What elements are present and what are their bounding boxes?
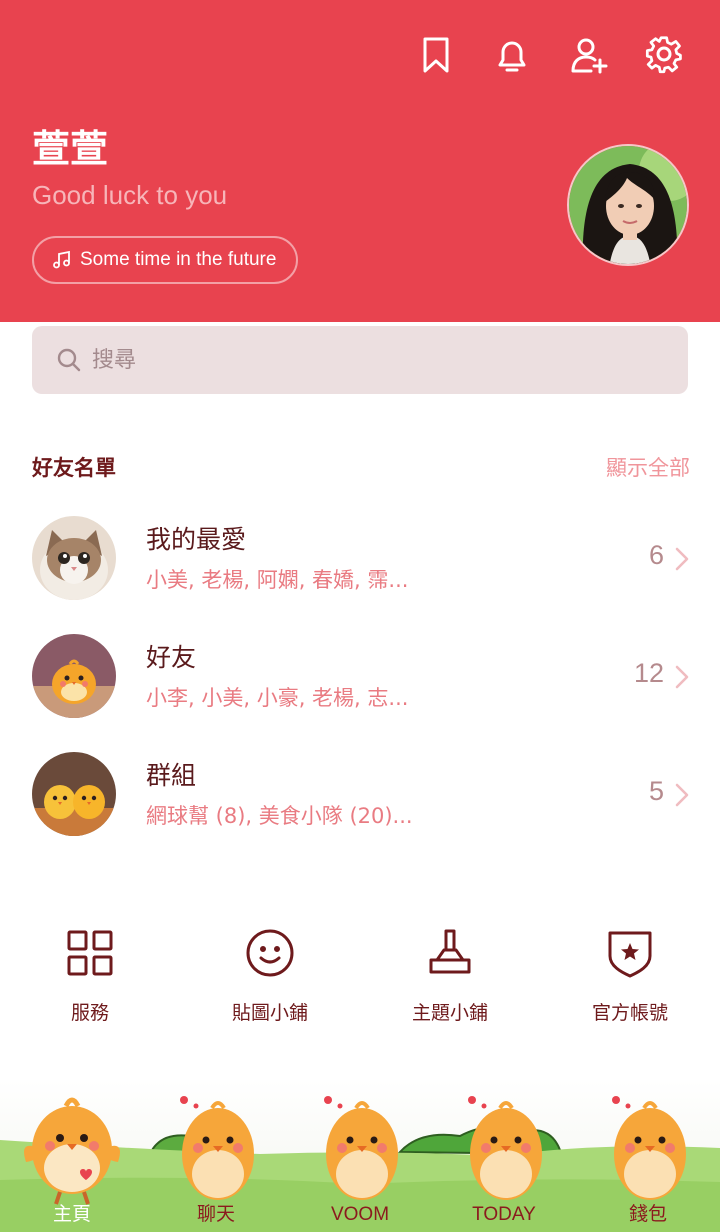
group-members: 小美, 老楊, 阿嫻, 春嬌, 霈... bbox=[146, 568, 409, 592]
group-name: 我的最愛 bbox=[146, 525, 247, 554]
group-name: 群組 bbox=[146, 761, 197, 790]
theme-shop-button[interactable]: 主題小鋪 bbox=[360, 928, 540, 1025]
service-label: 官方帳號 bbox=[591, 1002, 668, 1024]
bell-icon[interactable] bbox=[489, 32, 535, 78]
bottom-tab-bar: 主頁 聊天 VOOM TODAY 錢包 bbox=[0, 1080, 720, 1232]
search-bar[interactable] bbox=[32, 326, 688, 394]
service-label: 貼圖小鋪 bbox=[231, 1002, 308, 1024]
friend-group-row[interactable]: 我的最愛 小美, 老楊, 阿嫻, 春嬌, 霈... 6 bbox=[0, 516, 720, 616]
service-label: 服務 bbox=[70, 1002, 109, 1024]
friend-group-row[interactable]: 好友 小李, 小美, 小豪, 老楊, 志... 12 bbox=[0, 634, 720, 734]
add-friend-icon[interactable] bbox=[566, 32, 612, 78]
group-name: 好友 bbox=[146, 643, 197, 672]
friends-section-title: 好友名單 bbox=[32, 456, 116, 480]
group-count: 12 bbox=[633, 658, 664, 688]
avatar[interactable] bbox=[567, 144, 689, 266]
group-members: 網球幫 (8), 美食小隊 (20)... bbox=[146, 804, 413, 828]
search-input[interactable] bbox=[92, 347, 652, 373]
profile-name[interactable]: 萱萱 bbox=[32, 118, 108, 173]
official-accounts-button[interactable]: 官方帳號 bbox=[540, 928, 720, 1025]
tab-voom[interactable]: VOOM bbox=[288, 1204, 432, 1226]
group-count: 5 bbox=[648, 776, 664, 806]
profile-music-button[interactable]: Some time in the future bbox=[32, 236, 299, 284]
music-label: Some time in the future bbox=[80, 249, 277, 270]
service-label: 主題小鋪 bbox=[411, 1002, 488, 1024]
sticker-shop-button[interactable]: 貼圖小鋪 bbox=[180, 928, 360, 1025]
chevron-right-icon bbox=[675, 783, 689, 807]
shield-star-icon bbox=[608, 931, 652, 978]
smiley-icon bbox=[246, 929, 294, 977]
tab-wallet[interactable]: 錢包 bbox=[576, 1199, 720, 1226]
grid-icon bbox=[67, 930, 113, 976]
favorites-thumbnail bbox=[32, 516, 116, 600]
tab-home[interactable]: 主頁 bbox=[0, 1199, 144, 1226]
profile-header: 萱萱 Good luck to you Some time in the fut… bbox=[0, 0, 720, 322]
chevron-right-icon bbox=[675, 547, 689, 571]
chevron-right-icon bbox=[675, 665, 689, 689]
friend-group-row[interactable]: 群組 網球幫 (8), 美食小隊 (20)... 5 bbox=[0, 752, 720, 852]
service-button[interactable]: 服務 bbox=[0, 928, 180, 1025]
group-count: 6 bbox=[648, 540, 664, 570]
show-all-link[interactable]: 顯示全部 bbox=[606, 452, 690, 482]
groups-thumbnail bbox=[32, 752, 116, 836]
search-icon bbox=[57, 348, 81, 372]
gear-icon[interactable] bbox=[641, 32, 687, 78]
friends-thumbnail bbox=[32, 634, 116, 718]
group-members: 小李, 小美, 小豪, 老楊, 志... bbox=[146, 686, 409, 710]
brush-icon bbox=[429, 929, 471, 974]
tab-today[interactable]: TODAY bbox=[432, 1204, 576, 1226]
music-note-icon bbox=[53, 250, 70, 269]
bookmark-icon[interactable] bbox=[413, 32, 459, 78]
tab-chats[interactable]: 聊天 bbox=[144, 1199, 288, 1226]
status-message[interactable]: Good luck to you bbox=[32, 180, 227, 211]
